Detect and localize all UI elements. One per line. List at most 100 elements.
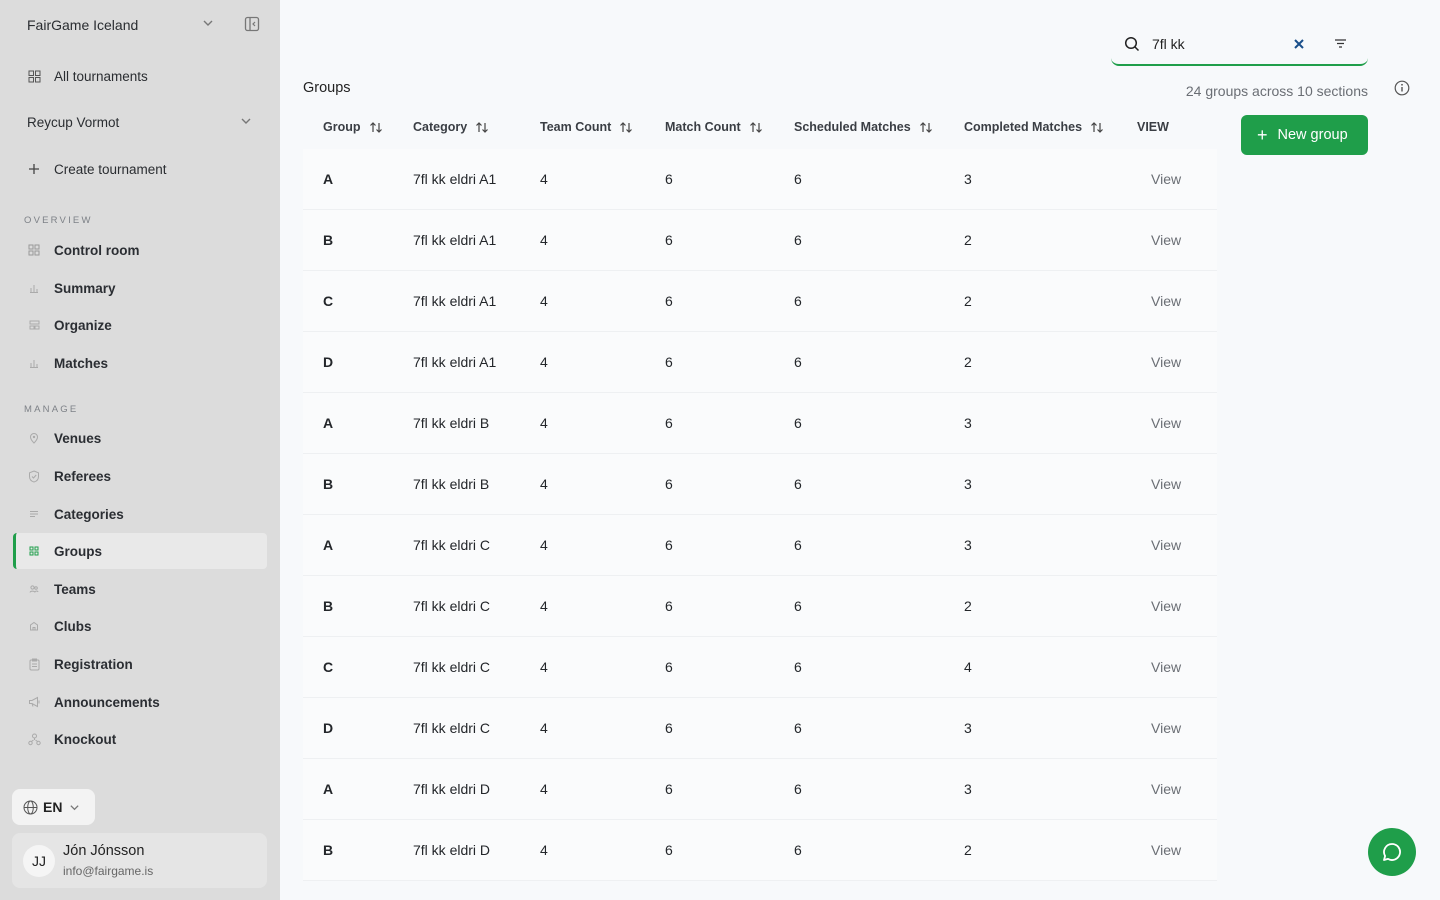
cell-team-count: 4 bbox=[540, 232, 548, 248]
filter-icon[interactable] bbox=[1334, 38, 1347, 49]
view-link[interactable]: View bbox=[1151, 354, 1181, 370]
search-icon bbox=[1124, 36, 1140, 52]
view-link[interactable]: View bbox=[1151, 171, 1181, 187]
sidebar-item-matches[interactable]: Matches bbox=[27, 351, 108, 375]
sidebar-item-venues[interactable]: Venues bbox=[27, 426, 101, 450]
cell-scheduled: 6 bbox=[794, 598, 802, 614]
sidebar-item-label: Venues bbox=[54, 430, 102, 446]
column-header-scheduled-matches[interactable]: Scheduled Matches bbox=[794, 120, 933, 134]
user-card[interactable]: JJ Jón Jónsson info@fairgame.is bbox=[12, 833, 267, 888]
sidebar-collapse-icon[interactable] bbox=[244, 16, 260, 32]
create-tournament-label: Create tournament bbox=[54, 161, 167, 177]
view-link[interactable]: View bbox=[1151, 293, 1181, 309]
all-tournaments-link[interactable]: All tournaments bbox=[27, 64, 148, 88]
info-icon[interactable] bbox=[1394, 80, 1410, 96]
plus-icon bbox=[27, 162, 41, 176]
view-link[interactable]: View bbox=[1151, 232, 1181, 248]
view-link[interactable]: View bbox=[1151, 720, 1181, 736]
cell-team-count: 4 bbox=[540, 476, 548, 492]
cell-team-count: 4 bbox=[540, 415, 548, 431]
cell-category: 7fl kk eldri C bbox=[413, 720, 491, 736]
cell-category: 7fl kk eldri B bbox=[413, 415, 490, 431]
sort-icon bbox=[620, 121, 633, 133]
cell-completed: 2 bbox=[964, 293, 972, 309]
cell-completed: 2 bbox=[964, 354, 972, 370]
sidebar-item-announcements[interactable]: Announcements bbox=[27, 690, 160, 714]
sidebar-item-label: Announcements bbox=[54, 694, 160, 710]
view-link[interactable]: View bbox=[1151, 598, 1181, 614]
cell-category: 7fl kk eldri B bbox=[413, 476, 490, 492]
cell-completed: 3 bbox=[964, 476, 972, 492]
new-group-button[interactable]: + New group bbox=[1241, 115, 1368, 155]
page-title: Groups bbox=[303, 80, 351, 96]
sort-icon bbox=[369, 121, 382, 133]
sidebar-item-control-room[interactable]: Control room bbox=[27, 238, 140, 262]
sidebar-item-label: Knockout bbox=[54, 731, 117, 747]
cell-group: B bbox=[323, 476, 334, 492]
chevron-down-icon bbox=[70, 804, 80, 810]
view-link[interactable]: View bbox=[1151, 781, 1181, 797]
column-header-label: Category bbox=[413, 120, 468, 134]
column-header-completed-matches[interactable]: Completed Matches bbox=[964, 120, 1104, 134]
column-header-label: Team Count bbox=[540, 120, 612, 134]
cell-category: 7fl kk eldri A1 bbox=[413, 232, 497, 248]
sidebar-item-referees[interactable]: Referees bbox=[27, 464, 111, 488]
column-header-team-count[interactable]: Team Count bbox=[540, 120, 633, 134]
cell-scheduled: 6 bbox=[794, 232, 802, 248]
user-name: Jón Jónsson bbox=[63, 843, 145, 859]
table-row: D 7fl kk eldri C 4 6 6 3 View bbox=[303, 698, 1217, 759]
sidebar-item-organize[interactable]: Organize bbox=[27, 313, 112, 337]
cell-group: A bbox=[323, 537, 334, 553]
sidebar-item-label: Matches bbox=[54, 355, 109, 371]
column-header-match-count[interactable]: Match Count bbox=[665, 120, 763, 134]
view-link[interactable]: View bbox=[1151, 537, 1181, 553]
view-link[interactable]: View bbox=[1151, 659, 1181, 675]
tournament-switcher[interactable]: Reycup Vormot bbox=[27, 111, 252, 133]
table-row: A 7fl kk eldri A1 4 6 6 3 View bbox=[303, 149, 1217, 210]
tournament-name: Reycup Vormot bbox=[27, 114, 120, 130]
cell-category: 7fl kk eldri A1 bbox=[413, 171, 497, 187]
cell-completed: 3 bbox=[964, 415, 972, 431]
cell-completed: 3 bbox=[964, 171, 972, 187]
sort-icon bbox=[919, 121, 932, 133]
sidebar-item-categories[interactable]: Categories bbox=[27, 502, 124, 526]
sidebar-item-groups[interactable]: Groups bbox=[27, 539, 102, 563]
cell-team-count: 4 bbox=[540, 720, 548, 736]
sidebar-item-teams[interactable]: Teams bbox=[27, 577, 96, 601]
table-row: B 7fl kk eldri C 4 6 6 2 View bbox=[303, 576, 1217, 637]
sidebar-item-clubs[interactable]: Clubs bbox=[27, 614, 92, 638]
sidebar-item-registration[interactable]: Registration bbox=[27, 652, 133, 676]
cell-group: A bbox=[323, 415, 334, 431]
column-header-group[interactable]: Group bbox=[323, 120, 383, 134]
create-tournament-link[interactable]: Create tournament bbox=[27, 157, 167, 181]
org-switcher[interactable]: FairGame Iceland bbox=[27, 14, 267, 36]
close-icon[interactable] bbox=[1293, 38, 1305, 50]
cell-match-count: 6 bbox=[665, 232, 673, 248]
cell-team-count: 4 bbox=[540, 842, 548, 858]
column-header-label: Match Count bbox=[665, 120, 741, 134]
view-link[interactable]: View bbox=[1151, 415, 1181, 431]
sort-icon bbox=[476, 121, 489, 133]
search-box bbox=[1111, 24, 1368, 66]
sidebar-item-knockout[interactable]: Knockout bbox=[27, 727, 116, 751]
table-row: A 7fl kk eldri B 4 6 6 3 View bbox=[303, 393, 1217, 454]
sidebar-item-label: Categories bbox=[54, 506, 124, 522]
cell-group: B bbox=[323, 598, 334, 614]
column-header-category[interactable]: Category bbox=[413, 120, 489, 134]
user-email: info@fairgame.is bbox=[63, 864, 154, 878]
language-selector[interactable]: EN bbox=[12, 789, 95, 825]
view-link[interactable]: View bbox=[1151, 476, 1181, 492]
chat-bubble-icon bbox=[1383, 843, 1401, 861]
cell-completed: 2 bbox=[964, 842, 972, 858]
chat-button[interactable] bbox=[1368, 828, 1416, 876]
sidebar-item-summary[interactable]: Summary bbox=[27, 276, 116, 300]
cell-category: 7fl kk eldri A1 bbox=[413, 293, 497, 309]
clipboard-icon bbox=[27, 657, 41, 671]
bar-chart-icon bbox=[27, 356, 41, 370]
cell-completed: 4 bbox=[964, 659, 972, 675]
cell-category: 7fl kk eldri D bbox=[413, 842, 491, 858]
view-link[interactable]: View bbox=[1151, 842, 1181, 858]
chevron-down-icon bbox=[203, 20, 213, 26]
search-input[interactable] bbox=[1152, 34, 1282, 54]
table-row: B 7fl kk eldri B 4 6 6 3 View bbox=[303, 454, 1217, 515]
